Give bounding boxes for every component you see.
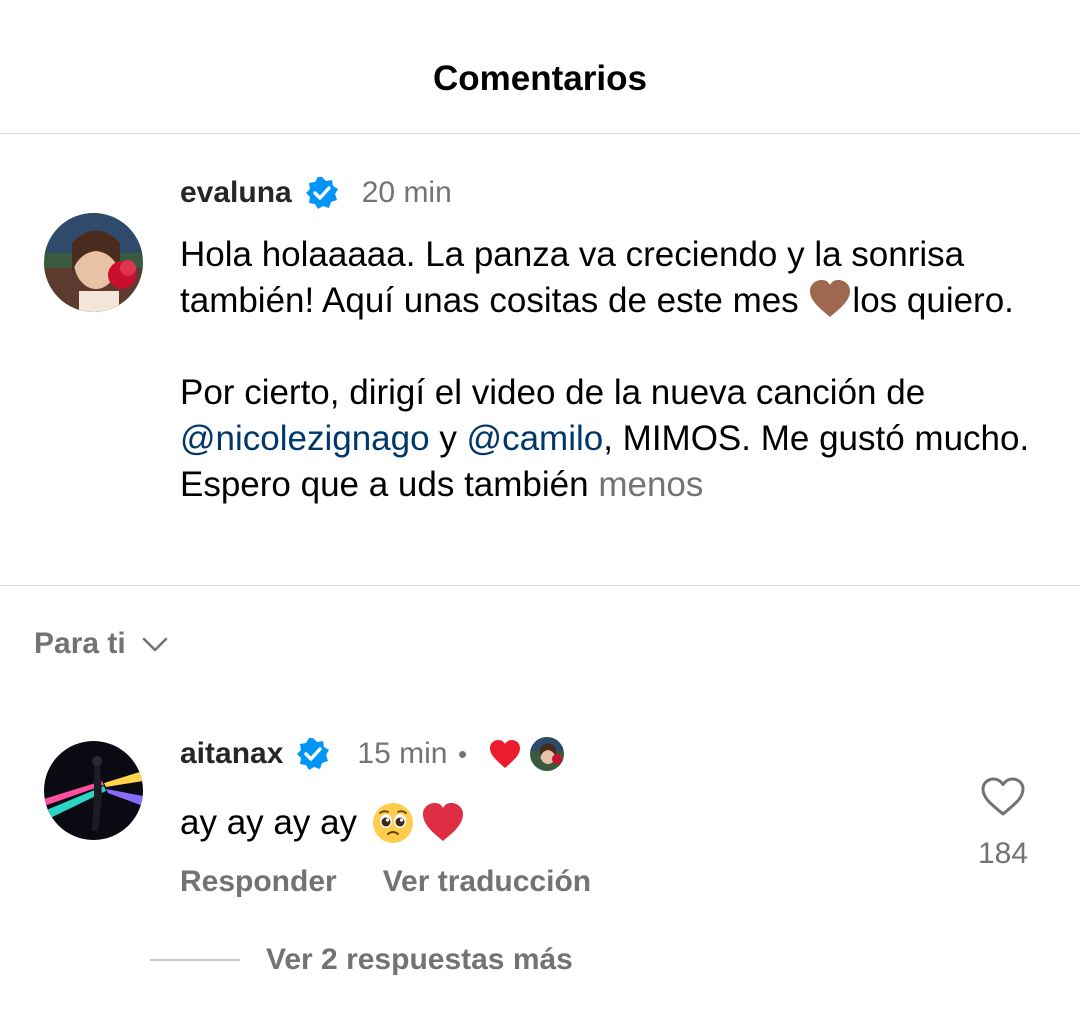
chevron-down-icon [140,629,170,659]
view-replies-label: Ver 2 respuestas más [266,943,573,976]
post-caption: evaluna 20 min Hola holaaaaa. La panza v… [0,134,1080,586]
less-link[interactable]: menos [598,465,703,504]
mention-link-nicolezignago[interactable]: @nicolezignago [180,419,430,458]
brown-heart-emoji [808,279,852,319]
caption-time: 20 min [361,176,452,209]
sort-label: Para ti [34,627,126,660]
caption-text: Hola holaaaaa. La panza va creciendo y l… [180,232,1060,508]
sort-selector[interactable]: Para ti [34,622,170,666]
verified-badge-icon [304,175,340,211]
avatar[interactable] [44,741,143,840]
separator-dot [459,750,467,758]
like-button[interactable] [979,773,1027,821]
comment-actions: Responder Ver traducción [180,862,591,902]
caption-p2-b: y [429,419,467,458]
red-heart-emoji [421,801,465,845]
red-heart-icon [488,738,522,770]
like-count: 184 [977,837,1029,870]
pleading-face-emoji [371,801,415,845]
mention-link-camilo[interactable]: @camilo [467,419,604,458]
caption-p2-a: Por cierto, dirigí el video de la nueva … [180,373,926,412]
translate-button[interactable]: Ver traducción [383,865,591,899]
caption-username[interactable]: evaluna [180,173,292,213]
reply-button[interactable]: Responder [180,865,337,899]
comments-header: Comentarios [0,0,1080,134]
avatar-image [44,213,143,312]
avatar[interactable] [44,213,143,312]
replies-divider [150,959,240,961]
view-replies-button[interactable]: Ver 2 respuestas más [150,938,573,982]
caption-line1-end: los quiero. [852,281,1014,320]
comment-meta: aitanax 15 min [180,732,565,776]
comment-text: ay ay ay ay [180,800,465,846]
heart-outline-icon [981,777,1025,816]
verified-badge-icon [295,736,331,772]
comment-username[interactable]: aitanax [180,734,283,774]
comment-time: 15 min [357,737,448,770]
page-title: Comentarios [433,59,647,98]
author-avatar-mini [530,737,565,771]
caption-meta: evaluna 20 min [180,171,452,215]
comment-text-body: ay ay ay ay [180,803,358,842]
avatar-image [44,741,143,840]
